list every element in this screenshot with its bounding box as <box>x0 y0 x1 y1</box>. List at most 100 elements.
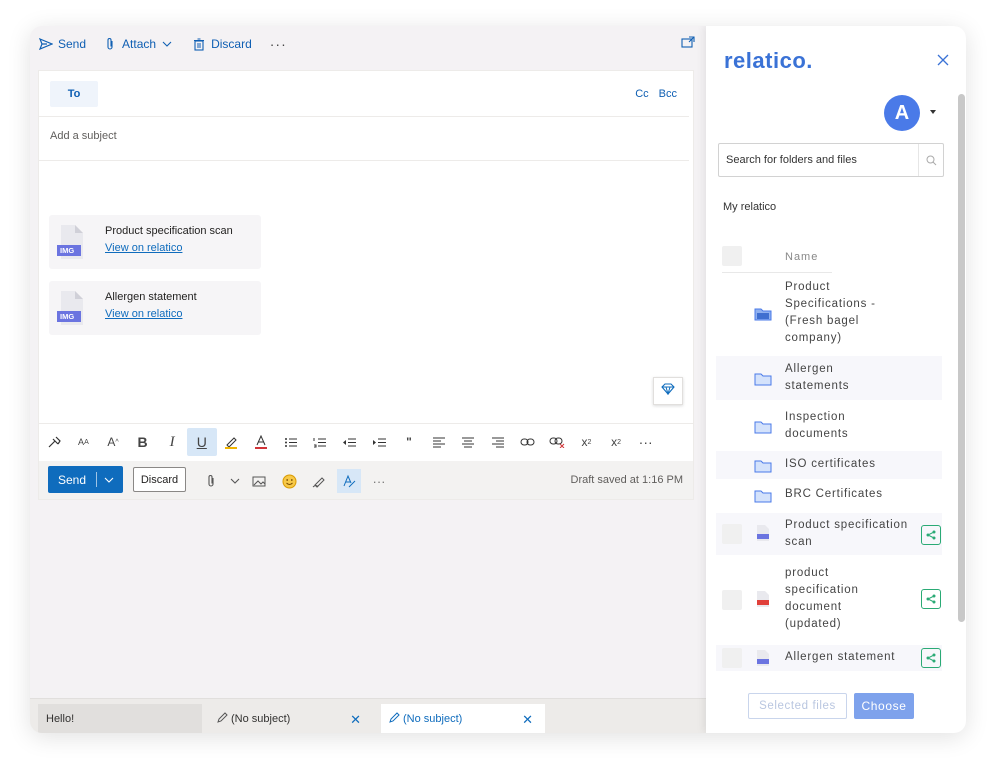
select-all-checkbox[interactable] <box>722 246 742 266</box>
list-item-folder[interactable]: Inspection documents <box>716 404 942 448</box>
share-icon[interactable] <box>921 648 941 668</box>
to-button[interactable]: To <box>50 81 98 107</box>
bcc-link[interactable]: Bcc <box>659 88 677 100</box>
chevron-down-icon <box>159 36 175 52</box>
choose-button[interactable]: Choose <box>854 693 914 719</box>
formatting-toolbar: AA A ^ B I U " x2 x2 ··· <box>39 423 693 460</box>
bold-icon[interactable]: B <box>128 428 158 456</box>
attachment-type-label: IMG <box>60 246 75 255</box>
view-on-relatico-link[interactable]: View on relatico <box>105 308 182 320</box>
align-center-icon[interactable] <box>453 428 483 456</box>
emoji-icon[interactable] <box>277 469 301 493</box>
tab-label: (No subject) <box>403 713 463 725</box>
align-left-icon[interactable] <box>424 428 454 456</box>
discard-button[interactable]: Discard <box>133 467 186 492</box>
search-box <box>718 143 944 177</box>
folder-icon <box>754 489 772 508</box>
more-icon[interactable]: ··· <box>631 428 661 456</box>
folder-icon <box>754 372 772 391</box>
subscript-icon[interactable]: x2 <box>601 428 631 456</box>
list-item-folder[interactable]: Product Specifications - (Fresh bagel co… <box>716 276 942 354</box>
image-icon[interactable] <box>247 469 271 493</box>
section-title: My relatico <box>723 201 777 213</box>
shared-folder-icon <box>754 307 772 326</box>
list-item-label: product specification document (updated) <box>785 567 859 630</box>
pdf-file-icon <box>756 590 770 613</box>
attachment-card[interactable]: IMG Product specification scan View on r… <box>49 215 261 269</box>
underline-icon[interactable]: U <box>186 428 217 456</box>
tab-hello[interactable]: Hello! <box>38 704 202 733</box>
send-button-label: Send <box>57 472 87 487</box>
row-checkbox[interactable] <box>722 524 742 544</box>
more-commands-button[interactable]: ··· <box>270 36 287 52</box>
send-command[interactable]: Send <box>38 36 86 52</box>
superscript-icon[interactable]: x2 <box>572 428 602 456</box>
align-right-icon[interactable] <box>483 428 513 456</box>
grow-font-icon[interactable]: A ^ <box>98 428 128 456</box>
font-size-icon[interactable]: AA <box>69 428 99 456</box>
font-color-icon[interactable] <box>246 428 276 456</box>
selected-files-button[interactable]: Selected files <box>748 693 847 719</box>
close-icon[interactable]: ✕ <box>522 712 533 728</box>
caret-down-icon[interactable] <box>930 110 936 114</box>
format-painter-icon[interactable] <box>39 428 69 456</box>
send-icon <box>38 36 54 52</box>
list-item-file[interactable]: product specification document (updated) <box>716 563 942 637</box>
chevron-down-icon[interactable] <box>229 469 241 493</box>
attachment-card[interactable]: IMG Allergen statement View on relatico <box>49 281 261 335</box>
view-on-relatico-link[interactable]: View on relatico <box>105 242 182 254</box>
to-row: To Cc Bcc <box>39 71 689 117</box>
unlink-icon[interactable] <box>542 428 572 456</box>
chevron-down-icon[interactable] <box>97 477 121 483</box>
attachment-type-label: IMG <box>60 312 75 321</box>
bullets-icon[interactable] <box>276 428 306 456</box>
close-icon[interactable] <box>937 53 951 67</box>
send-bar-icons: ··· <box>199 469 391 493</box>
search-icon[interactable] <box>918 144 943 176</box>
tab-no-subject[interactable]: (No subject) ✕ <box>209 704 373 733</box>
diamond-addin-button[interactable] <box>653 377 683 405</box>
subject-input[interactable] <box>48 129 652 143</box>
cc-link[interactable]: Cc <box>635 88 648 100</box>
panel-scrollbar[interactable] <box>958 94 965 622</box>
italic-icon[interactable]: I <box>157 428 187 456</box>
decrease-indent-icon[interactable] <box>335 428 365 456</box>
list-item-label: Product specification scan <box>785 519 908 548</box>
row-checkbox[interactable] <box>722 648 742 668</box>
tab-no-subject-active[interactable]: (No subject) ✕ <box>381 704 545 733</box>
numbering-icon[interactable] <box>305 428 335 456</box>
row-checkbox[interactable] <box>722 590 742 610</box>
increase-indent-icon[interactable] <box>365 428 395 456</box>
discard-command-label: Discard <box>211 37 252 51</box>
name-column-header[interactable]: Name <box>785 251 818 263</box>
link-icon[interactable] <box>513 428 543 456</box>
popout-icon[interactable] <box>681 36 695 50</box>
command-bar: Send Attach Discard ··· <box>30 26 706 62</box>
signature-icon[interactable] <box>307 469 331 493</box>
search-input[interactable] <box>724 153 908 167</box>
attach-command[interactable]: Attach <box>102 36 179 52</box>
app-window: Send Attach Discard ··· To Cc Bcc Add a … <box>30 26 966 733</box>
list-item-file[interactable]: Product specification scan <box>716 513 942 555</box>
close-icon[interactable]: ✕ <box>350 712 361 728</box>
list-item-folder[interactable]: Allergen statements <box>716 356 942 400</box>
list-item-file[interactable]: Allergen statement <box>716 645 942 671</box>
paperclip-icon[interactable] <box>199 469 223 493</box>
send-button[interactable]: Send <box>48 466 123 493</box>
share-icon[interactable] <box>921 589 941 609</box>
attach-command-label: Attach <box>122 37 157 51</box>
discard-command[interactable]: Discard <box>191 36 252 52</box>
editor-icon[interactable] <box>337 469 361 493</box>
list-item-folder[interactable]: ISO certificates <box>716 451 942 479</box>
more-options-icon[interactable]: ··· <box>367 469 391 493</box>
list-item-folder[interactable]: BRC Certificates <box>716 481 942 509</box>
subject-row <box>39 117 689 161</box>
avatar[interactable]: A <box>884 95 920 131</box>
tab-label: Hello! <box>46 713 75 725</box>
send-bar: Send Discard ··· Draft saved at 1:16 PM <box>39 461 693 499</box>
quote-icon[interactable]: " <box>394 428 424 456</box>
share-icon[interactable] <box>921 525 941 545</box>
folder-icon <box>754 459 772 478</box>
attachment-title: Product specification scan <box>105 225 233 237</box>
highlight-icon[interactable] <box>217 428 247 456</box>
